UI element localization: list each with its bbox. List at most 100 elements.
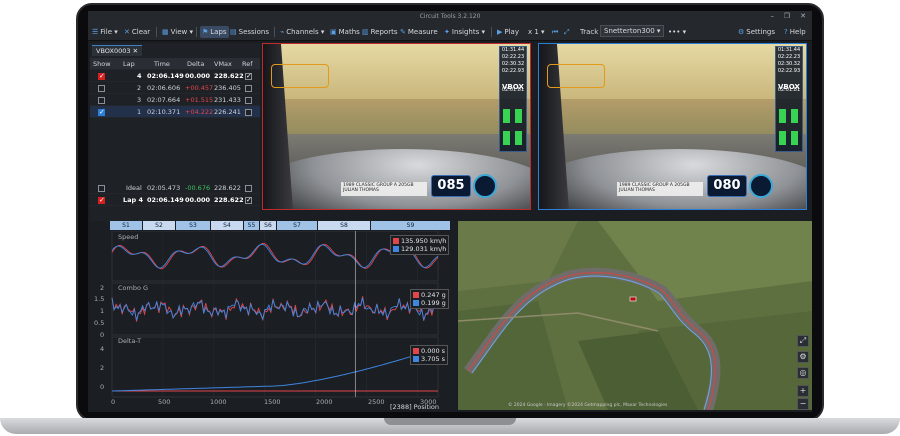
table-row[interactable]: 3 02:07.664 +01.515 231.433 (90, 94, 260, 106)
sector-s1[interactable]: S1 (110, 221, 142, 230)
show-checkbox[interactable] (98, 97, 105, 104)
sector-s7[interactable]: S7 (277, 221, 317, 230)
laptop-frame: Circuit Tools 3.2.120 – ❐ ✕ ☰ File ▾ ✕ Cle… (0, 0, 900, 436)
ref-checkbox[interactable] (245, 185, 252, 192)
help-button[interactable]: ? Help (782, 26, 808, 38)
insights-menu[interactable]: ✦ Insights ▾ (442, 26, 487, 38)
chevron-down-icon: ▾ (187, 28, 193, 36)
sector-s5[interactable]: S5 (244, 221, 259, 230)
reports-button[interactable]: ▥ Reports (360, 26, 399, 38)
sessions-icon: ▤ (230, 28, 237, 36)
playback-speed-select[interactable]: x 1 ▾ (526, 26, 547, 38)
zoom-in-button[interactable]: + (797, 385, 809, 397)
sector-s9[interactable]: S9 (371, 221, 450, 230)
close-icon[interactable]: ✕ (133, 47, 138, 55)
sector-s8[interactable]: S8 (318, 221, 370, 230)
col-lap[interactable]: Lap (123, 58, 135, 70)
show-checkbox[interactable] (98, 106, 105, 118)
show-checkbox[interactable] (98, 185, 105, 192)
ref-checkbox[interactable] (245, 109, 252, 116)
ref-checkbox[interactable] (245, 70, 252, 82)
view-menu[interactable]: ▦ View ▾ (160, 26, 195, 38)
flag-icon: ⚑ (202, 28, 209, 36)
map-settings-button[interactable]: ⚙ (797, 351, 809, 363)
video-panel-lap1[interactable]: 01:31.44 02:22.23 02:30.32 02:22.93 VBOX… (538, 43, 807, 210)
col-show[interactable]: Show (93, 58, 111, 70)
sector-bar: S1 S2 S3 S4 S5 S6 S7 S8 S9 (110, 221, 450, 230)
sector-s4[interactable]: S4 (211, 221, 243, 230)
map-attribution: © 2024 Google · Imagery ©2024 Getmapping… (508, 403, 668, 408)
map-canvas[interactable] (458, 221, 812, 410)
show-checkbox[interactable] (98, 194, 105, 206)
col-time[interactable]: Time (154, 58, 170, 70)
track-select[interactable]: Snetterton300 ▾ (600, 25, 665, 37)
ideal-row[interactable]: Ideal 02:05.473 -00.676 228.622 (90, 182, 260, 194)
lap-time: 02:06.149 (147, 196, 184, 204)
tab-vbox0003[interactable]: VBOX0003 ✕ (92, 45, 143, 56)
minimize-button[interactable]: – (771, 12, 775, 20)
laps-button[interactable]: ⚑ Laps (200, 26, 229, 38)
more-button[interactable]: ••• ▾ (666, 26, 688, 38)
table-row[interactable]: 2 02:06.606 +00.457 236.405 (90, 82, 260, 94)
measure-button[interactable]: ✎ Measure (398, 26, 440, 38)
delta-legend: 0.000 s 3.705 s (410, 345, 449, 365)
ref-checkbox[interactable] (245, 85, 252, 92)
channels-label: Channels (286, 28, 319, 36)
legend-value: 3.705 s (421, 355, 446, 363)
sector-s3[interactable]: S3 (176, 221, 210, 230)
close-button[interactable]: ✕ (800, 12, 806, 20)
toolbar-divider (196, 27, 197, 37)
lap-vmax: 228.622 (214, 196, 244, 204)
legend-value: 0.199 g (421, 299, 446, 307)
chevron-down-icon: ▾ (538, 28, 545, 36)
driver-name: JULIAN THOMAS (619, 188, 655, 193)
play-button[interactable]: ▶ Play (495, 26, 521, 38)
current-lap-row[interactable]: Lap 4 02:06.149 00.000 228.622 (90, 194, 260, 206)
lap-time: 02:10.371 (147, 108, 181, 116)
show-checkbox[interactable] (98, 85, 105, 92)
track-map[interactable]: ⤢ ⚙ ◎ + − © 2024 Google · Imagery ©2024 … (458, 221, 812, 410)
chart-icon: ⌁ (280, 28, 285, 36)
lap-time: 02:07.664 (147, 96, 181, 104)
toolbar-divider (491, 27, 492, 37)
fullscreen-map-button[interactable]: ⤢ (797, 335, 809, 347)
col-vmax[interactable]: VMax (214, 58, 232, 70)
table-row[interactable]: 1 02:10.371 +04.222 226.241 (90, 106, 260, 118)
settings-label: Settings (746, 28, 775, 36)
gear-icon: ⚙ (738, 28, 745, 36)
zoom-out-button[interactable]: − (797, 398, 809, 410)
ref-checkbox[interactable] (245, 97, 252, 104)
sessions-button[interactable]: ▤ Sessions (228, 26, 271, 38)
clear-button[interactable]: ✕ Clear (122, 26, 152, 38)
video-panel-lap4[interactable]: 01:31.44 02:22.23 02:30.32 02:22.93 VBOX… (262, 43, 531, 210)
legend-entry: 0.199 g (413, 299, 446, 307)
skip-start-button[interactable]: ⏮ (550, 26, 562, 38)
col-delta[interactable]: Delta (187, 58, 204, 70)
ref-checkbox[interactable] (245, 194, 252, 206)
lap-time: 02:06.606 (147, 84, 181, 92)
chart-canvas[interactable] (90, 231, 456, 410)
table-row[interactable]: 4 02:06.149 00.000 228.622 (90, 70, 260, 82)
recenter-map-button[interactable]: ◎ (797, 367, 809, 379)
channels-menu[interactable]: ⌁ Channels ▾ (278, 26, 326, 38)
brake-bar (515, 131, 522, 145)
lap-vmax: 236.405 (214, 84, 241, 92)
chevron-down-icon: ▾ (112, 28, 118, 36)
sector-s2[interactable]: S2 (143, 221, 175, 230)
expand-button[interactable]: ⤢ (562, 26, 574, 38)
settings-button[interactable]: ⚙ Settings (736, 26, 777, 38)
y-tick: 2 (100, 284, 105, 292)
col-ref[interactable]: Ref (242, 58, 253, 70)
maths-button[interactable]: ▣ Maths (328, 26, 362, 38)
charts-panel[interactable]: S1 S2 S3 S4 S5 S6 S7 S8 S9 Speed Combo G… (90, 221, 456, 411)
hud-time: 02:22.23 (777, 54, 801, 60)
legend-entry: 0.000 s (413, 347, 445, 355)
speed-chart-label: Speed (118, 233, 139, 241)
sector-s6[interactable]: S6 (260, 221, 276, 230)
y-tick: 2 (100, 364, 105, 372)
show-checkbox[interactable] (98, 70, 105, 82)
maximize-button[interactable]: ❐ (784, 12, 790, 20)
x-tick: 2000 (316, 398, 333, 406)
file-menu[interactable]: ☰ File ▾ (90, 26, 120, 38)
expand-icon: ⤢ (564, 28, 570, 36)
